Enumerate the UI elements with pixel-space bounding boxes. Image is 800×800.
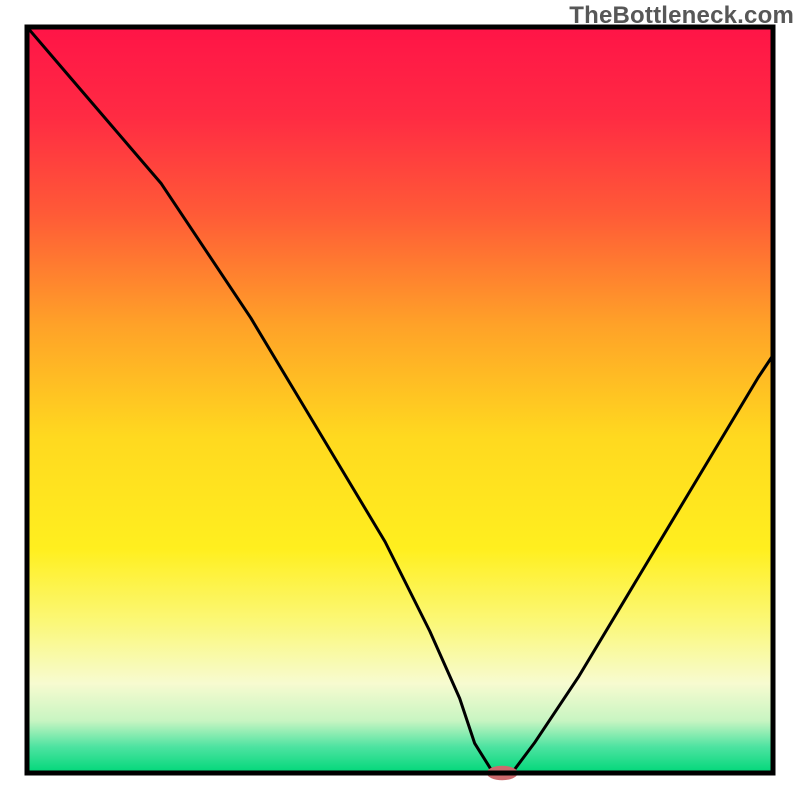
plot-gradient-background [27, 27, 773, 773]
watermark-text: TheBottleneck.com [569, 2, 794, 30]
chart-container: { "watermark": "TheBottleneck.com", "col… [0, 0, 800, 800]
bottleneck-chart [0, 0, 800, 800]
